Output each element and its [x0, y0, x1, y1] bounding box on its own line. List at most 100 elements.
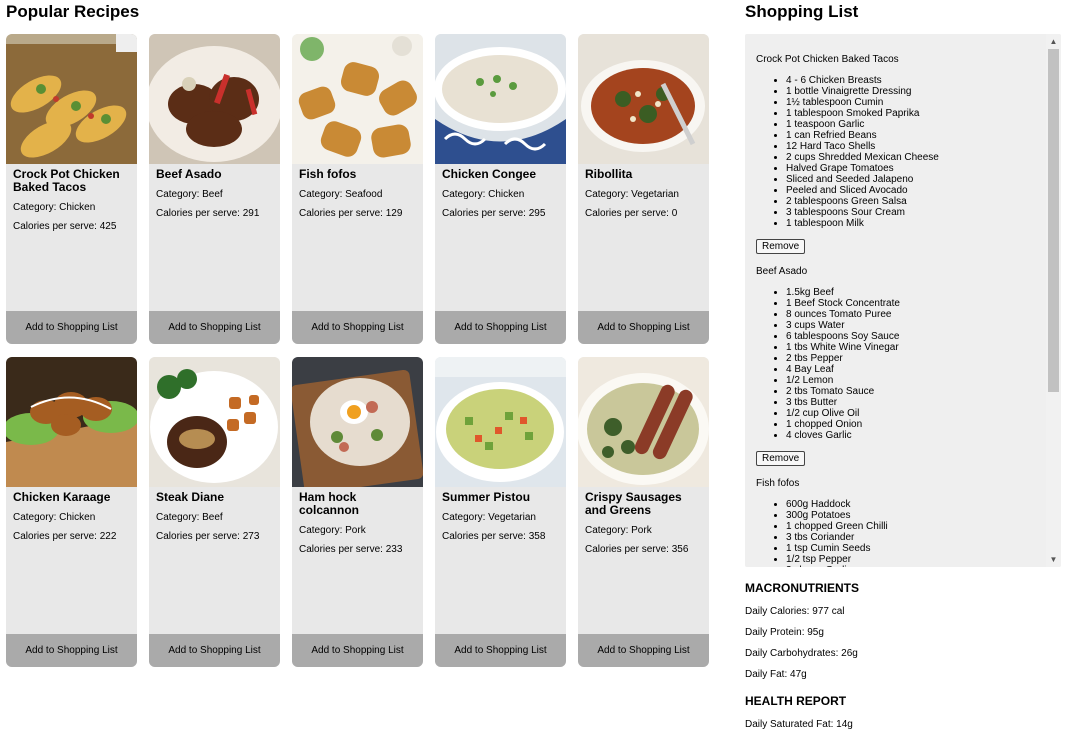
ingredient-item: 1 can Refried Beans — [786, 130, 1041, 141]
ingredient-item: 1/2 cup Olive Oil — [786, 408, 1041, 419]
scroll-down-arrow-icon[interactable]: ▼ — [1046, 552, 1061, 567]
recipe-image — [292, 357, 423, 487]
recipe-card: Ribollita Category: Vegetarian Calories pe… — [578, 34, 709, 344]
recipe-category: Category: Pork — [585, 525, 652, 536]
ingredient-item: 12 Hard Taco Shells — [786, 141, 1041, 152]
recipe-calories: Calories per serve: 291 — [156, 208, 260, 219]
ingredient-item: 1 teaspoon Garlic — [786, 119, 1041, 130]
recipe-card: Steak Diane Category: Beef Calories per se… — [149, 357, 280, 667]
ingredient-item: 2 tbs Pepper — [786, 353, 1041, 364]
add-to-shopping-list-button[interactable]: Add to Shopping List — [149, 634, 280, 667]
add-to-shopping-list-button[interactable]: Add to Shopping List — [292, 634, 423, 667]
add-to-shopping-list-button[interactable]: Add to Shopping List — [292, 311, 423, 344]
ingredient-item: 4 - 6 Chicken Breasts — [786, 75, 1041, 86]
recipe-image — [578, 357, 709, 487]
macronutrient-stat: Daily Calories: 977 cal — [745, 606, 845, 617]
recipe-calories: Calories per serve: 273 — [156, 531, 260, 542]
ingredient-item: 1 tsp Cumin Seeds — [786, 543, 1041, 554]
ingredient-item: 2 cups Shredded Mexican Cheese — [786, 152, 1041, 163]
recipe-category: Category: Chicken — [13, 202, 96, 213]
ingredient-item: 1½ tablespoon Cumin — [786, 97, 1041, 108]
ingredient-item: 2 tbs Tomato Sauce — [786, 386, 1041, 397]
health-stat: Daily Saturated Fat: 14g — [745, 719, 853, 730]
ingredient-item: 4 cloves Garlic — [786, 430, 1041, 441]
ingredient-item: Halved Grape Tomatoes — [786, 163, 1041, 174]
recipe-card: Beef Asado Category: Beef Calories per ser… — [149, 34, 280, 344]
recipe-image — [578, 34, 709, 164]
add-to-shopping-list-button[interactable]: Add to Shopping List — [435, 311, 566, 344]
recipe-calories: Calories per serve: 222 — [13, 531, 117, 542]
health-report-title: HEALTH REPORT — [745, 694, 847, 708]
ingredient-item: 1 chopped Onion — [786, 419, 1041, 430]
ingredient-item: 1/2 Lemon — [786, 375, 1041, 386]
ingredient-item: 1/2 tsp Pepper — [786, 554, 1041, 565]
ingredient-item: 1 chopped Green Chilli — [786, 521, 1041, 532]
scrollbar-thumb[interactable] — [1048, 49, 1059, 392]
recipe-name: Crispy Sausages and Greens — [585, 490, 682, 517]
ingredient-item: Sliced and Seeded Jalapeno — [786, 174, 1041, 185]
ingredient-item: Peeled and Sliced Avocado — [786, 185, 1041, 196]
ingredient-item: 3 tbs Butter — [786, 397, 1041, 408]
ingredient-item: 3 tbs Coriander — [786, 532, 1041, 543]
recipe-image — [149, 34, 280, 164]
recipe-name: Chicken Karaage — [13, 490, 111, 504]
recipe-calories: Calories per serve: 356 — [585, 544, 689, 555]
ingredient-list: 1.5kg Beef1 Beef Stock Concentrate8 ounc… — [756, 287, 1041, 441]
recipe-category: Category: Chicken — [442, 189, 525, 200]
shopping-recipe-name: Beef Asado — [756, 266, 808, 277]
nutrition-summary: MACRONUTRIENTS Daily Calories: 977 cal Da… — [745, 578, 1075, 731]
ingredient-list: 4 - 6 Chicken Breasts1 bottle Vinaigrett… — [756, 75, 1041, 229]
macronutrient-stat: Daily Carbohydrates: 26g — [745, 648, 858, 659]
ingredient-item: 1 tbs White Wine Vinegar — [786, 342, 1041, 353]
remove-button[interactable]: Remove — [756, 451, 806, 466]
recipe-category: Category: Vegetarian — [442, 512, 536, 523]
recipe-calories: Calories per serve: 0 — [585, 208, 678, 219]
recipe-image — [6, 34, 137, 164]
ingredient-item: 3 tablespoons Sour Cream — [786, 207, 1041, 218]
recipe-name: Crock Pot Chicken Baked Tacos — [13, 167, 120, 194]
add-to-shopping-list-button[interactable]: Add to Shopping List — [435, 634, 566, 667]
recipe-calories: Calories per serve: 295 — [442, 208, 546, 219]
recipe-category: Category: Beef — [156, 512, 223, 523]
add-to-shopping-list-button[interactable]: Add to Shopping List — [6, 634, 137, 667]
recipe-card: Crock Pot Chicken Baked Tacos Category: C… — [6, 34, 137, 344]
recipe-category: Category: Beef — [156, 189, 223, 200]
ingredient-item: 3 cloves Garlic — [786, 565, 1041, 567]
recipe-category: Category: Seafood — [299, 189, 383, 200]
ingredient-item: 4 Bay Leaf — [786, 364, 1041, 375]
recipe-image — [435, 357, 566, 487]
recipe-name: Ham hock colcannon — [299, 490, 360, 517]
recipe-image — [435, 34, 566, 164]
ingredient-item: 2 tablespoons Green Salsa — [786, 196, 1041, 207]
ingredient-item: 1 tablespoon Smoked Paprika — [786, 108, 1041, 119]
recipe-category: Category: Pork — [299, 525, 366, 536]
add-to-shopping-list-button[interactable]: Add to Shopping List — [578, 634, 709, 667]
recipe-calories: Calories per serve: 425 — [13, 221, 117, 232]
ingredient-item: 8 ounces Tomato Puree — [786, 309, 1041, 320]
ingredient-item: 1 tablespoon Milk — [786, 218, 1041, 229]
recipe-image — [149, 357, 280, 487]
remove-button[interactable]: Remove — [756, 239, 806, 254]
ingredient-item: 3 cups Water — [786, 320, 1041, 331]
recipe-image — [6, 357, 137, 487]
recipe-category: Category: Chicken — [13, 512, 96, 523]
add-to-shopping-list-button[interactable]: Add to Shopping List — [149, 311, 280, 344]
shopping-recipe-name: Crock Pot Chicken Baked Tacos — [756, 54, 899, 65]
add-to-shopping-list-button[interactable]: Add to Shopping List — [578, 311, 709, 344]
add-to-shopping-list-button[interactable]: Add to Shopping List — [6, 311, 137, 344]
recipe-card: Chicken Karaage Category: Chicken Calories… — [6, 357, 137, 667]
recipe-category: Category: Vegetarian — [585, 189, 679, 200]
recipe-name: Beef Asado — [156, 167, 222, 181]
ingredient-item: 300g Potatoes — [786, 510, 1041, 521]
recipe-card: Ham hock colcannon Category: Pork Calories… — [292, 357, 423, 667]
scroll-up-arrow-icon[interactable]: ▲ — [1046, 34, 1061, 49]
macronutrient-stat: Daily Fat: 47g — [745, 669, 807, 680]
recipe-calories: Calories per serve: 233 — [299, 544, 403, 555]
shopping-recipe-name: Fish fofos — [756, 478, 800, 489]
health-report-list: Daily Saturated Fat: 14g — [745, 719, 1075, 731]
shopping-list-panel[interactable]: Crock Pot Chicken Baked Tacos 4 - 6 Chick… — [745, 34, 1061, 567]
recipe-card: Fish fofos Category: Seafood Calories per … — [292, 34, 423, 344]
shopping-list-scrollbar[interactable]: ▲ ▼ — [1046, 34, 1061, 567]
recipe-name: Steak Diane — [156, 490, 225, 504]
popular-recipes-title: Popular Recipes — [6, 2, 140, 21]
